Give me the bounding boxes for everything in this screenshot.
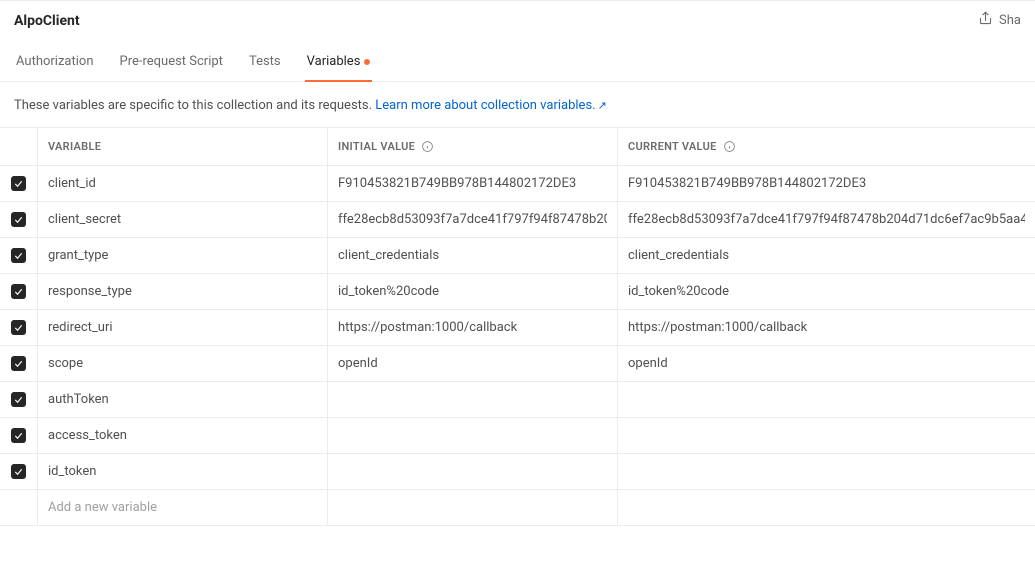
initial-value-cell[interactable]	[328, 490, 618, 526]
initial-value-cell[interactable]: openId	[328, 346, 618, 382]
variables-description: These variables are specific to this col…	[0, 82, 1035, 127]
table-row: client_secret ffe28ecb8d53093f7a7dce41f7…	[0, 202, 1035, 238]
tab-label: Authorization	[16, 54, 94, 69]
current-value-cell[interactable]: client_credentials	[618, 238, 1035, 274]
table-header-row: VARIABLE INITIAL VALUE CURRENT VALUE	[0, 128, 1035, 166]
variable-name-cell[interactable]: grant_type	[38, 238, 328, 274]
row-checkbox-cell	[0, 418, 38, 454]
variables-table: VARIABLE INITIAL VALUE CURRENT VALUE cli…	[0, 127, 1035, 526]
row-checkbox[interactable]	[11, 464, 26, 479]
share-label: Sha	[999, 13, 1021, 28]
current-value-cell[interactable]: openId	[618, 346, 1035, 382]
current-value-cell[interactable]: F910453821B749BB978B144802172DE3	[618, 166, 1035, 202]
tab-variables[interactable]: Variables	[305, 44, 373, 81]
row-checkbox[interactable]	[11, 248, 26, 263]
row-checkbox[interactable]	[11, 212, 26, 227]
learn-more-link[interactable]: Learn more about collection variables.	[375, 98, 595, 113]
variable-name-cell[interactable]: id_token	[38, 454, 328, 490]
row-checkbox-cell	[0, 346, 38, 382]
initial-value-cell[interactable]: F910453821B749BB978B144802172DE3	[328, 166, 618, 202]
variable-name-cell[interactable]: access_token	[38, 418, 328, 454]
variable-name-cell[interactable]: authToken	[38, 382, 328, 418]
share-button[interactable]: Sha	[978, 11, 1021, 30]
current-value-cell[interactable]: id_token%20code	[618, 274, 1035, 310]
current-value-cell[interactable]: https://postman:1000/callback	[618, 310, 1035, 346]
collection-editor: AlpoClient Sha Authorization Pre-request…	[0, 0, 1035, 574]
tab-authorization[interactable]: Authorization	[14, 44, 96, 81]
variable-name-cell[interactable]: client_id	[38, 166, 328, 202]
initial-value-cell[interactable]: ffe28ecb8d53093f7a7dce41f797f94f87478b20…	[328, 202, 618, 238]
initial-value-cell[interactable]: https://postman:1000/callback	[328, 310, 618, 346]
header-checkbox-cell	[0, 128, 38, 166]
table-row: authToken	[0, 382, 1035, 418]
description-text: These variables are specific to this col…	[14, 98, 372, 113]
table-row: access_token	[0, 418, 1035, 454]
current-value-cell[interactable]	[618, 454, 1035, 490]
row-checkbox-cell	[0, 454, 38, 490]
add-variable-input[interactable]: Add a new variable	[38, 490, 328, 526]
table-row: client_id F910453821B749BB978B144802172D…	[0, 166, 1035, 202]
initial-value-cell[interactable]	[328, 454, 618, 490]
row-checkbox[interactable]	[11, 176, 26, 191]
tab-label: Pre-request Script	[120, 54, 223, 69]
header-initial-value: INITIAL VALUE	[328, 128, 618, 166]
row-checkbox-cell	[0, 238, 38, 274]
row-checkbox[interactable]	[11, 356, 26, 371]
row-checkbox[interactable]	[11, 284, 26, 299]
row-checkbox[interactable]	[11, 428, 26, 443]
info-icon[interactable]	[421, 140, 434, 153]
initial-value-cell[interactable]: client_credentials	[328, 238, 618, 274]
header-row: AlpoClient Sha	[0, 1, 1035, 38]
row-checkbox-cell	[0, 274, 38, 310]
share-icon	[978, 11, 993, 30]
row-checkbox-cell	[0, 382, 38, 418]
initial-value-cell[interactable]	[328, 418, 618, 454]
initial-value-cell[interactable]: id_token%20code	[328, 274, 618, 310]
table-row: response_type id_token%20code id_token%2…	[0, 274, 1035, 310]
row-checkbox-cell	[0, 202, 38, 238]
collection-title[interactable]: AlpoClient	[14, 13, 80, 29]
current-value-cell[interactable]	[618, 382, 1035, 418]
variable-name-cell[interactable]: client_secret	[38, 202, 328, 238]
current-value-cell[interactable]	[618, 490, 1035, 526]
tab-label: Tests	[249, 54, 281, 69]
row-checkbox[interactable]	[11, 320, 26, 335]
variable-name-cell[interactable]: response_type	[38, 274, 328, 310]
initial-value-cell[interactable]	[328, 382, 618, 418]
row-checkbox-cell	[0, 310, 38, 346]
table-row: grant_type client_credentials client_cre…	[0, 238, 1035, 274]
add-variable-row[interactable]: Add a new variable	[0, 490, 1035, 526]
row-checkbox[interactable]	[11, 392, 26, 407]
row-checkbox-cell	[0, 166, 38, 202]
tabs: Authorization Pre-request Script Tests V…	[0, 44, 1035, 82]
table-row: id_token	[0, 454, 1035, 490]
unsaved-dot-icon	[364, 59, 370, 65]
info-icon[interactable]	[723, 140, 736, 153]
row-checkbox-cell	[0, 490, 38, 526]
table-row: scope openId openId	[0, 346, 1035, 382]
tab-label: Variables	[307, 54, 361, 69]
variable-name-cell[interactable]: scope	[38, 346, 328, 382]
header-current-value: CURRENT VALUE	[618, 128, 1035, 166]
table-row: redirect_uri https://postman:1000/callba…	[0, 310, 1035, 346]
tab-prerequest-script[interactable]: Pre-request Script	[118, 44, 225, 81]
header-variable: VARIABLE	[38, 128, 328, 166]
external-link-icon: ↗	[598, 99, 607, 112]
variable-name-cell[interactable]: redirect_uri	[38, 310, 328, 346]
tab-tests[interactable]: Tests	[247, 44, 283, 81]
current-value-cell[interactable]: ffe28ecb8d53093f7a7dce41f797f94f87478b20…	[618, 202, 1035, 238]
current-value-cell[interactable]	[618, 418, 1035, 454]
